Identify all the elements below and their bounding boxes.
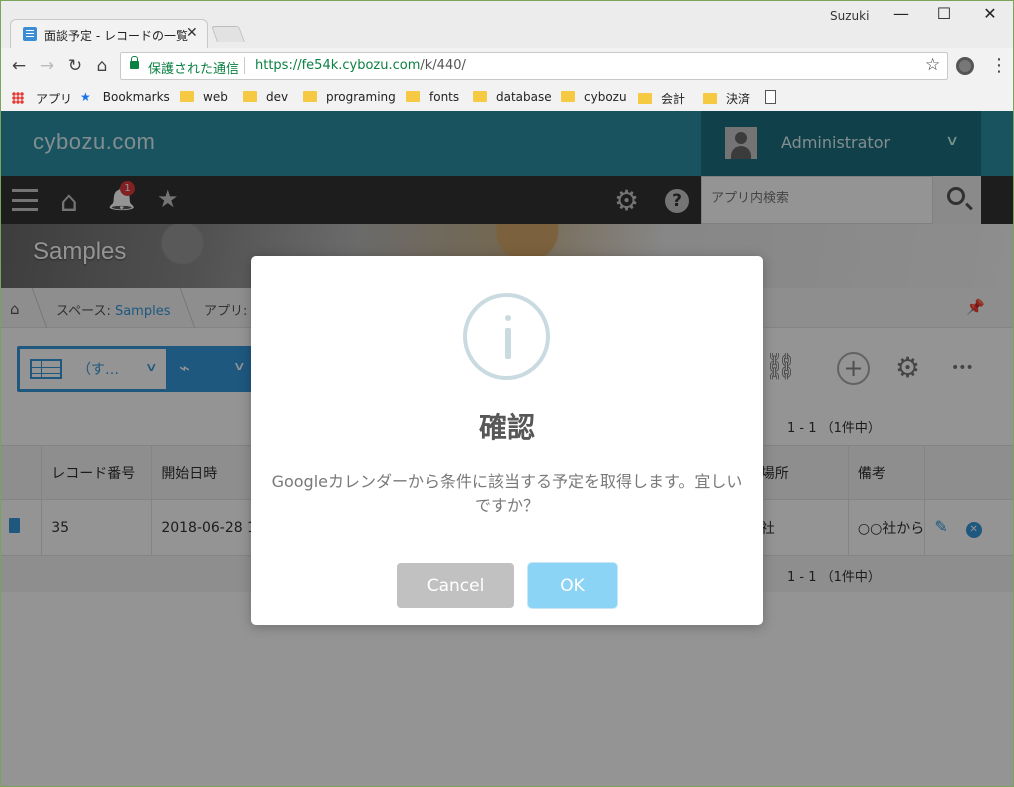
security-label: 保護された通信 xyxy=(148,62,240,77)
bookmark-label: web xyxy=(203,90,228,104)
new-tab-button[interactable] xyxy=(211,26,245,42)
apps-grid-icon xyxy=(12,92,24,104)
info-icon xyxy=(463,293,550,380)
bookmark-folder-dev[interactable]: dev xyxy=(243,90,288,104)
folder-icon xyxy=(703,93,717,104)
info-icon-dot xyxy=(505,315,511,321)
bookmark-label: cybozu xyxy=(584,90,627,104)
maximize-button[interactable]: ☐ xyxy=(929,4,959,28)
bookmark-folder-fonts[interactable]: fonts xyxy=(406,90,459,104)
bookmark-label: database xyxy=(496,90,552,104)
bookmark-star-icon[interactable]: ☆ xyxy=(925,55,940,75)
url-path: /k/440/ xyxy=(420,58,466,73)
address-bar[interactable]: 保護された通信 https://fe54k.cybozu.com/k/440/ … xyxy=(120,52,948,80)
bookmark-folder-programing[interactable]: programing xyxy=(303,90,396,104)
bookmark-folder-web[interactable]: web xyxy=(180,90,228,104)
reload-button[interactable]: ↻ xyxy=(64,55,86,77)
blue-star-icon: ★ xyxy=(80,90,91,104)
browser-profile-name[interactable]: Suzuki xyxy=(830,9,869,23)
dialog-title: 確認 xyxy=(478,411,535,444)
url-divider xyxy=(244,57,245,74)
back-button[interactable]: ← xyxy=(8,55,30,77)
bookmarks-bar: アプリ ★ Bookmarks web dev programing fonts … xyxy=(0,84,1014,111)
browser-tab[interactable]: 面談予定 - レコードの一覧 ✕ xyxy=(10,19,208,48)
folder-icon xyxy=(638,93,652,104)
bookmark-label: 決済 xyxy=(726,92,751,106)
bookmark-bookmarks[interactable]: ★ Bookmarks xyxy=(80,90,170,104)
bookmark-label: programing xyxy=(326,90,396,104)
kintone-favicon-icon xyxy=(23,27,37,41)
bookmark-folder-accounting[interactable]: 会計 xyxy=(638,90,685,107)
tab-close-icon[interactable]: ✕ xyxy=(186,25,198,41)
bookmark-folder-cybozu[interactable]: cybozu xyxy=(561,90,627,104)
browser-chrome: 面談予定 - レコードの一覧 ✕ Suzuki — ☐ ✕ ← → ↻ ⌂ 保護… xyxy=(0,0,1014,111)
confirm-dialog: 確認 Googleカレンダーから条件に該当する予定を取得します。宜しいですか？ … xyxy=(251,256,763,625)
folder-icon xyxy=(180,91,194,102)
bookmark-label: Bookmarks xyxy=(102,90,170,104)
extension-icon[interactable] xyxy=(956,57,974,75)
url-host: https://fe54k.cybozu.com xyxy=(255,58,421,73)
url-text[interactable]: https://fe54k.cybozu.com/k/440/ xyxy=(255,58,466,73)
bookmark-label: アプリ xyxy=(36,92,73,106)
ok-button[interactable]: OK xyxy=(528,563,617,608)
folder-icon xyxy=(303,91,317,102)
forward-button[interactable]: → xyxy=(36,55,58,77)
dialog-message: Googleカレンダーから条件に該当する予定を取得します。宜しいですか？ xyxy=(271,472,743,515)
lock-icon xyxy=(130,56,139,69)
folder-icon xyxy=(243,91,257,102)
title-bar: 面談予定 - レコードの一覧 ✕ Suzuki — ☐ ✕ xyxy=(0,0,1014,48)
folder-icon xyxy=(561,91,575,102)
info-icon-bar xyxy=(505,328,511,359)
page-bookmark-icon[interactable] xyxy=(765,90,776,104)
bookmark-label: fonts xyxy=(429,90,460,104)
bookmark-label: 会計 xyxy=(661,92,686,106)
bookmark-folder-payment[interactable]: 決済 xyxy=(703,90,750,107)
bookmark-apps[interactable]: アプリ xyxy=(12,90,72,107)
folder-icon xyxy=(473,91,487,102)
cancel-button[interactable]: Cancel xyxy=(397,563,514,608)
home-button[interactable]: ⌂ xyxy=(91,55,113,77)
bookmark-label: dev xyxy=(266,90,289,104)
bookmark-folder-database[interactable]: database xyxy=(473,90,552,104)
folder-icon xyxy=(406,91,420,102)
minimize-button[interactable]: — xyxy=(886,4,916,28)
tab-title: 面談予定 - レコードの一覧 xyxy=(44,29,188,43)
browser-menu-icon[interactable]: ⋮ xyxy=(990,57,1008,75)
close-window-button[interactable]: ✕ xyxy=(975,4,1005,28)
